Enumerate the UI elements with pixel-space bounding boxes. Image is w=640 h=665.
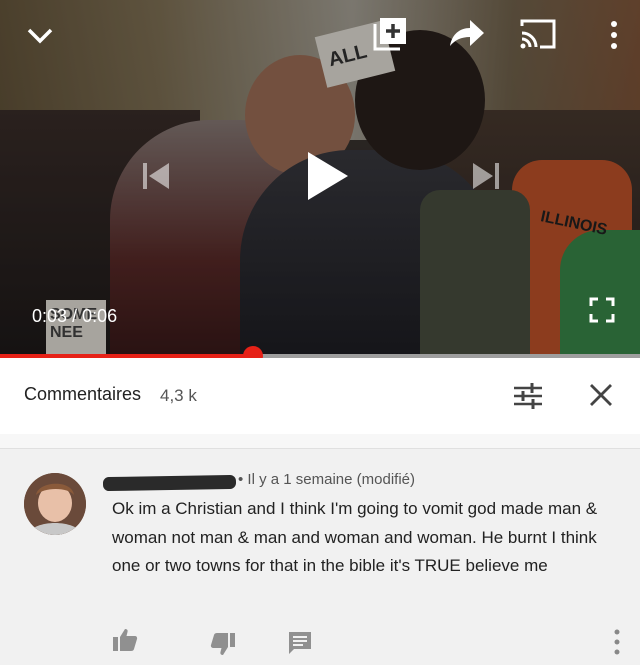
comment-item: • Il y a 1 semaine (modifié) Ok im a Chr… (0, 449, 640, 665)
more-vert-icon (611, 21, 617, 49)
sort-button[interactable] (512, 380, 544, 412)
player-more-button[interactable] (604, 18, 624, 52)
avatar-image (24, 473, 86, 535)
share-button[interactable] (446, 16, 486, 52)
header-divider (0, 434, 640, 449)
comments-header: Commentaires 4,3 k (0, 358, 640, 435)
add-to-playlist-button[interactable] (372, 16, 408, 52)
video-time: 0:03 / 0:06 (32, 306, 117, 327)
time-total: 0:06 (82, 306, 118, 326)
play-icon (308, 152, 348, 200)
close-icon (590, 384, 612, 406)
share-icon (450, 20, 484, 46)
next-icon (473, 163, 499, 189)
previous-icon (143, 163, 169, 189)
chevron-down-icon (27, 28, 53, 44)
reply-icon (289, 632, 311, 654)
redacted-username (102, 474, 237, 492)
cast-icon (520, 19, 556, 49)
comment-meta: • Il y a 1 semaine (modifié) (238, 471, 415, 488)
dislike-button[interactable] (210, 631, 236, 657)
fullscreen-button[interactable] (588, 296, 616, 324)
comments-title: Commentaires (24, 384, 142, 404)
reply-button[interactable] (288, 631, 312, 655)
previous-button[interactable] (140, 160, 172, 192)
time-current: 0:03 (32, 306, 68, 326)
sort-icon (514, 383, 542, 409)
avatar[interactable] (24, 473, 86, 535)
minimize-button[interactable] (22, 18, 58, 54)
like-button[interactable] (112, 627, 138, 653)
thumb-up-icon (113, 629, 138, 651)
fullscreen-icon (589, 297, 615, 323)
thumb-down-icon (210, 633, 235, 655)
next-button[interactable] (470, 160, 502, 192)
play-button[interactable] (300, 148, 352, 204)
close-comments-button[interactable] (588, 382, 614, 408)
cast-button[interactable] (518, 16, 558, 52)
add-to-playlist-icon (373, 18, 406, 51)
time-separator: / (72, 306, 78, 326)
comment-text: Ok im a Christian and I think I'm going … (112, 499, 598, 575)
comment-more-button[interactable] (610, 627, 624, 657)
comments-count: 4,3 k (160, 386, 197, 405)
more-vert-icon (614, 629, 620, 655)
